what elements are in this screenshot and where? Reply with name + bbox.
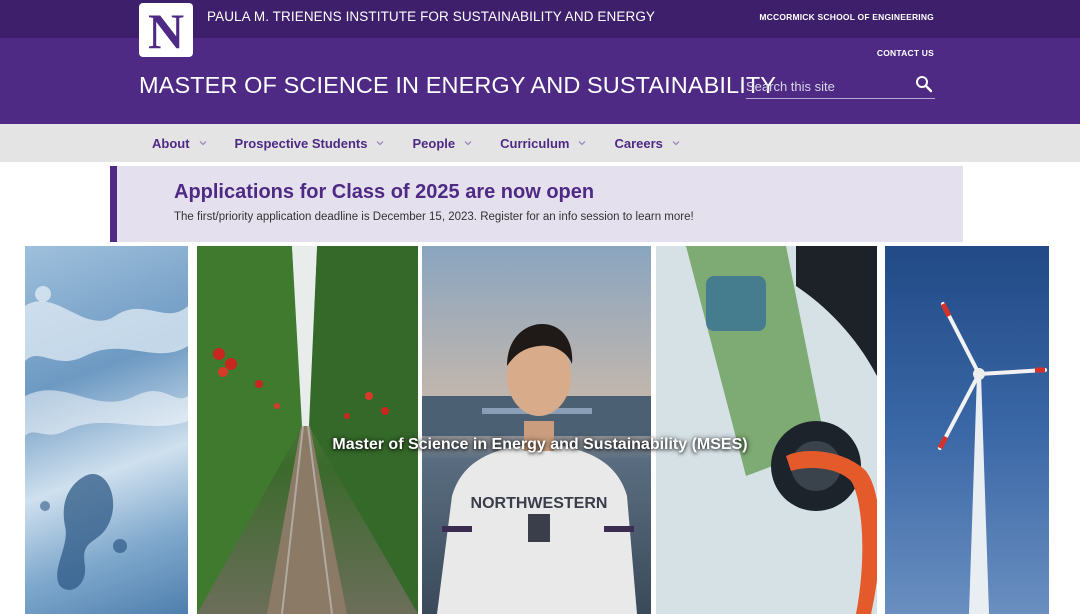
chevron-down-icon (464, 141, 472, 146)
hero-title: Master of Science in Energy and Sustaina… (332, 436, 748, 453)
mccormick-link[interactable]: MCCORMICK SCHOOL OF ENGINEERING (759, 12, 934, 22)
nav-item-label: Careers (614, 135, 663, 151)
logo-letter: N (147, 3, 185, 59)
contact-us-link[interactable]: CONTACT US (877, 48, 934, 58)
water-image (25, 246, 188, 614)
chevron-down-icon (672, 141, 680, 146)
nav-item-people[interactable]: People (412, 136, 473, 151)
hero-banner: NORTHWESTERN Master of Science in Energy (0, 246, 1080, 614)
search-input[interactable] (746, 73, 906, 97)
ev-charging-image (656, 246, 877, 614)
northwestern-logo[interactable]: N (139, 3, 193, 57)
chevron-down-icon (377, 141, 384, 146)
nav-item-about[interactable]: About (152, 136, 208, 151)
greenhouse-image (197, 246, 418, 614)
student-image: NORTHWESTERN (422, 246, 651, 614)
announcement-text: The first/priority application deadline … (174, 211, 694, 223)
nav-item-label: Curriculum (500, 135, 570, 151)
institute-name[interactable]: PAULA M. TRIENENS INSTITUTE FOR SUSTAINA… (207, 9, 655, 24)
main-nav: About Prospective Students People Curric… (0, 124, 1080, 162)
shirt-text: NORTHWESTERN (471, 495, 608, 512)
nav-item-label: Prospective Students (234, 135, 368, 151)
announcement-banner: Applications for Class of 2025 are now o… (110, 166, 963, 242)
chevron-down-icon (578, 141, 586, 146)
chevron-down-icon (199, 141, 207, 146)
wind-turbine-image (885, 246, 1049, 614)
nav-item-label: People (412, 135, 456, 151)
search-icon[interactable] (915, 75, 933, 93)
nav-item-prospective-students[interactable]: Prospective Students (235, 136, 386, 151)
announcement-title[interactable]: Applications for Class of 2025 are now o… (174, 181, 594, 204)
search-box (746, 73, 935, 99)
nav-item-curriculum[interactable]: Curriculum (500, 136, 587, 151)
site-title[interactable]: MASTER OF SCIENCE IN ENERGY AND SUSTAINA… (139, 72, 776, 99)
nav-item-careers[interactable]: Careers (614, 136, 680, 151)
nav-item-label: About (152, 135, 190, 151)
